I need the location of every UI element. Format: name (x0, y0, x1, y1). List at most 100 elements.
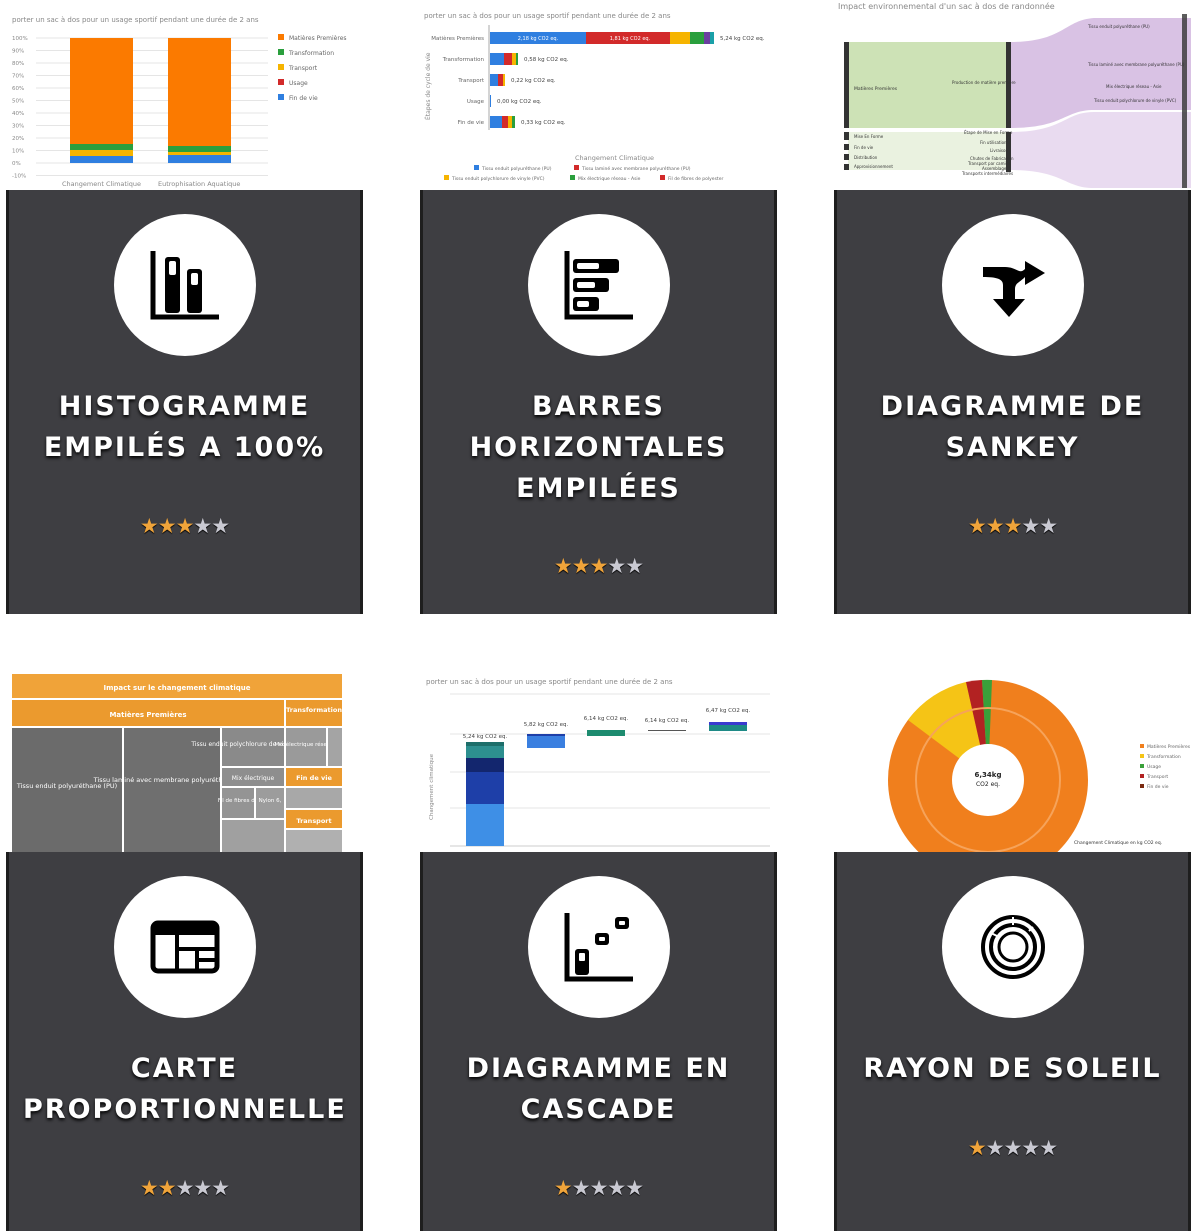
card-title: DIAGRAMME DE SANKEY (880, 391, 1145, 463)
segment-label: 2,18 kg CO2 eq. (518, 36, 559, 42)
bar-segment (710, 32, 714, 44)
tick-label: -10% (12, 174, 26, 180)
tick-label: 0% (12, 161, 21, 167)
tick-label: 10% (12, 149, 24, 155)
stacked-column-chart-icon (150, 251, 219, 320)
legend-label: Tissu enduit polychlorure de vinyle (PVC… (451, 176, 545, 182)
x-axis-label: Changement Climatique (575, 154, 654, 162)
star-empty-icon: ★ (625, 554, 644, 578)
star-empty-icon: ★ (985, 1136, 1005, 1160)
star-empty-icon: ★ (1039, 1136, 1058, 1160)
star-empty-icon: ★ (211, 514, 230, 538)
legend-swatch (1140, 774, 1144, 778)
row-value: 0,22 kg CO2 eq. (511, 78, 556, 84)
star-empty-icon: ★ (571, 1176, 591, 1200)
treemap-cell: Fil de fibres de (218, 798, 259, 804)
row-label: Matières Premières (431, 35, 484, 42)
treemap-cell: Transport (296, 817, 331, 825)
sankey-node-label: Étape de Mise en Forme (964, 130, 1013, 135)
rating-stars: ★★★★★ (837, 1136, 1188, 1160)
legend-swatch (1140, 784, 1144, 788)
bar-segment (508, 116, 512, 128)
star-empty-icon: ★ (1039, 514, 1058, 538)
center-unit: CO2 eq. (976, 781, 1000, 788)
bar-segment (704, 32, 710, 44)
sankey-node-label: Approvisionnement (854, 164, 893, 169)
treemap-group: Matières Premières (109, 711, 186, 719)
card-panel[interactable]: HISTOGRAMME EMPILÉS A 100% ★★★★★ (6, 190, 363, 614)
row-value: 0,00 kg CO2 eq. (497, 99, 542, 105)
treemap-thumbnail: Impact sur le changement climatique Mati… (12, 674, 342, 852)
chart-caption: Changement Climatique en kg CO2 eq. (1074, 840, 1162, 846)
icon-circle (527, 214, 670, 356)
legend-swatch (570, 175, 575, 180)
card-title: DIAGRAMME EN CASCADE (466, 1053, 731, 1125)
value-label: 5,24 kg CO2 eq. (463, 734, 508, 740)
legend-label: Tissu enduit polyuréthane (PU) (481, 165, 552, 172)
bar-segment-transformation-2 (168, 146, 231, 152)
sankey-node-label: Tissu laminé avec membrane polyuréthane … (1087, 62, 1185, 67)
icon-circle (527, 876, 670, 1018)
icon-circle (113, 214, 256, 356)
legend-swatch (574, 165, 579, 170)
treemap-group: Transformation (286, 706, 342, 714)
card-panel[interactable]: BARRES HORIZONTALES EMPILÉES ★★★★★ (420, 190, 777, 614)
bar-segment (490, 53, 504, 65)
tick-label: 90% (12, 49, 24, 55)
bar-segment (490, 74, 498, 86)
legend-label: Transport (1146, 774, 1168, 780)
bar-rows: Matières Premières 5,24 kg CO2 eq. Transfo… (431, 32, 765, 128)
legend-swatch (1140, 764, 1144, 768)
tick-label: 60% (12, 86, 24, 92)
tick-label: 30% (12, 124, 24, 130)
row-label: Usage (467, 99, 485, 105)
star-filled-icon: ★ (967, 514, 987, 538)
sankey-node-label: Fin de vie (854, 145, 874, 150)
bar-segment (516, 53, 518, 65)
treemap-cell: Mix électrique (232, 775, 275, 782)
value-label: 6,14 kg CO2 eq. (645, 718, 690, 724)
bar-segment (503, 74, 505, 86)
sankey-node-label: Fin utilisation (980, 140, 1007, 145)
treemap-cell: Fin de vie (296, 774, 332, 782)
bar-segment (504, 53, 512, 65)
bar-segment-matieres-2 (168, 38, 231, 146)
preview-subtitle: porter un sac à dos pour un usage sporti… (12, 16, 259, 24)
tick-label: 20% (12, 136, 24, 142)
waterfall-chart-icon (564, 913, 633, 982)
star-empty-icon: ★ (1003, 1136, 1023, 1160)
legend-swatch (660, 175, 665, 180)
bar-segment-transport-1 (70, 150, 133, 156)
tick-label: 70% (12, 74, 24, 80)
preview-waterfall: porter un sac à dos pour un usage sporti… (420, 662, 777, 852)
row-label: Transformation (442, 57, 485, 63)
segment-label: 1,81 kg CO2 eq. (610, 36, 651, 42)
legend: Matières Premières Transformation Transpor… (278, 34, 347, 102)
star-filled-icon: ★ (553, 554, 573, 578)
sankey-node-label: Distribution (854, 155, 878, 160)
preview-subtitle: porter un sac à dos pour un usage sporti… (426, 678, 673, 686)
value-label: 6,47 kg CO2 eq. (706, 708, 751, 714)
card-panel[interactable]: CARTE PROPORTIONNELLE ★★★★★ (6, 852, 363, 1231)
tick-label: 100% (12, 36, 28, 42)
star-filled-icon: ★ (571, 554, 591, 578)
legend-label: Fin de vie (1147, 784, 1169, 790)
tick-label: 50% (12, 99, 24, 105)
card-panel[interactable]: DIAGRAMME EN CASCADE ★★★★★ (420, 852, 777, 1231)
star-empty-icon: ★ (607, 554, 626, 578)
rating-stars: ★★★★★ (423, 1176, 774, 1200)
row-value: 5,24 kg CO2 eq. (720, 36, 765, 42)
sankey-node-label: Tissu enduit polyuréthane (PU) (1087, 24, 1150, 29)
legend-label: Matières Premières (1147, 743, 1191, 750)
card-panel[interactable]: DIAGRAMME DE SANKEY ★★★★★ (834, 190, 1191, 614)
preview-treemap: Impact sur le changement climatique Mati… (6, 662, 363, 852)
y-axis-label: Étapes de cycle de vie (424, 52, 432, 120)
star-empty-icon: ★ (193, 514, 212, 538)
treemap-cell: Nylon 6, (259, 798, 282, 804)
card-panel[interactable]: RAYON DE SOLEIL ★★★★★ (834, 852, 1191, 1231)
star-empty-icon: ★ (175, 1176, 195, 1200)
treemap-header: Impact sur le changement climatique (103, 684, 250, 692)
category-label: Eutrophisation Aquatique (158, 180, 240, 188)
legend-label: Usage (289, 80, 308, 87)
stacked-bars-thumbnail: porter un sac à dos pour un usage sporti… (424, 12, 765, 182)
